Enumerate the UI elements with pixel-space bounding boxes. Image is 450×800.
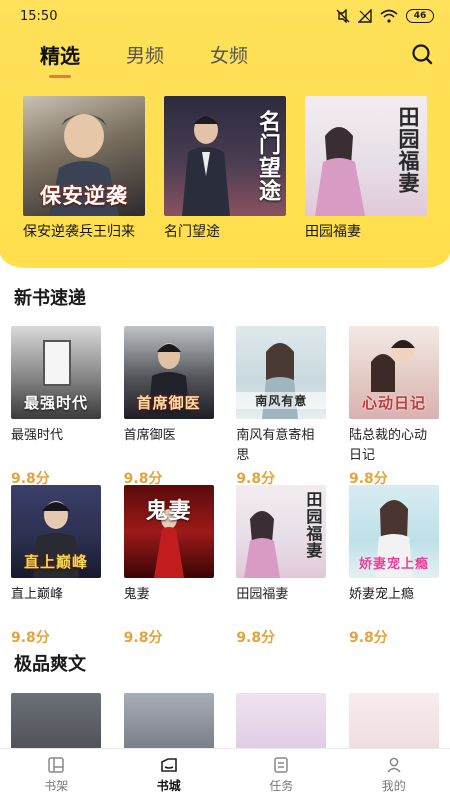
profile-icon (387, 757, 401, 773)
cover-title: 最强时代 (23, 394, 88, 412)
book-cover[interactable] (348, 693, 439, 748)
tab-female[interactable]: 女频 (210, 41, 248, 68)
book-title: 田园福妻 (236, 587, 289, 602)
book-grid-row-partial (11, 693, 439, 748)
task-icon (274, 756, 288, 773)
book-grid-row: 最强时代 最强时代 9.8分 首席御医 首席御医 9.8分 南风有意 南风有意寄… (11, 326, 439, 488)
book-cover[interactable] (236, 693, 327, 748)
cover-title: 娇妻宠上瘾 (358, 557, 429, 572)
book-cover: 娇妻宠上瘾 (348, 485, 439, 578)
book-card[interactable]: 心动日记 陆总裁的心动日记 9.8分 (348, 326, 439, 488)
nav-tasks[interactable]: 任务 (225, 749, 338, 800)
book-cover: 保安逆袭 (23, 96, 145, 216)
cover-title: 南风有意 (236, 392, 327, 409)
book-score: 9.8分 (123, 630, 163, 646)
book-cover: 直上巅峰 (11, 485, 101, 578)
book-title: 娇妻宠上瘾 (348, 587, 414, 602)
book-card[interactable]: 娇妻宠上瘾 娇妻宠上瘾 9.8分 (348, 485, 439, 647)
section-title-new-books: 新书速递 (14, 288, 86, 309)
featured-book[interactable]: 名门望途 名门望途 (164, 96, 286, 243)
mute-icon (336, 9, 350, 23)
book-title: 名门望途 (164, 224, 220, 240)
cover-title: 名门望途 (255, 110, 280, 202)
category-tabs: 精选 男频 女频 (0, 32, 450, 78)
nav-label: 书城 (156, 778, 181, 793)
book-title: 首席御医 (123, 428, 176, 443)
cover-title: 田园福妻 (396, 106, 420, 194)
book-cover: 名门望途 (164, 96, 286, 216)
book-cover: 南风有意 (236, 326, 327, 419)
nav-bookshelf[interactable]: 书架 (0, 749, 113, 800)
book-card[interactable]: 田园福妻 田园福妻 9.8分 (236, 485, 327, 647)
battery-icon: 46 (406, 9, 434, 23)
book-title: 最强时代 (11, 428, 64, 443)
cover-title: 心动日记 (361, 394, 426, 412)
book-cover: 心动日记 (348, 326, 439, 419)
book-title: 田园福妻 (305, 224, 361, 240)
book-score: 9.8分 (348, 630, 388, 646)
cover-title: 田园福妻 (303, 491, 323, 559)
signal-off-icon (358, 9, 372, 23)
book-title: 鬼妻 (123, 587, 150, 602)
book-card[interactable]: 鬼妻 鬼妻 9.8分 (123, 485, 214, 647)
search-icon (412, 44, 433, 65)
cover-title: 直上巅峰 (23, 553, 88, 571)
book-score: 9.8分 (236, 630, 276, 646)
bookstore-icon (160, 757, 177, 772)
book-cover: 鬼妻 (123, 485, 214, 578)
tab-male[interactable]: 男频 (126, 41, 164, 68)
nav-bookstore[interactable]: 书城 (113, 749, 226, 800)
book-title: 直上巅峰 (11, 587, 64, 602)
book-cover: 田园福妻 (305, 96, 427, 216)
book-cover: 最强时代 (11, 326, 101, 419)
cover-title: 鬼妻 (145, 499, 192, 524)
book-score: 9.8分 (11, 630, 50, 646)
book-title: 保安逆袭兵王归来 (23, 224, 135, 240)
nav-label: 任务 (269, 778, 294, 793)
status-time: 15:50 (20, 8, 58, 24)
featured-books: 保安逆袭 保安逆袭兵王归来 名门望途 名门望途 田园福妻 田园福妻 (23, 96, 427, 243)
status-icons: 46 (336, 9, 434, 23)
book-title: 南风有意寄相思 (236, 428, 315, 463)
book-cover: 首席御医 (123, 326, 214, 419)
bookshelf-icon (48, 756, 64, 773)
book-card[interactable]: 最强时代 最强时代 9.8分 (11, 326, 101, 488)
book-card[interactable]: 首席御医 首席御医 9.8分 (123, 326, 214, 488)
book-cover[interactable] (11, 693, 101, 748)
nav-profile[interactable]: 我的 (338, 749, 450, 800)
wifi-icon (380, 9, 398, 23)
book-card[interactable]: 南风有意 南风有意寄相思 9.8分 (236, 326, 327, 488)
cover-title: 首席御医 (136, 394, 201, 412)
featured-book[interactable]: 保安逆袭 保安逆袭兵王归来 (23, 96, 145, 243)
book-cover[interactable] (123, 693, 214, 748)
book-card[interactable]: 直上巅峰 直上巅峰 9.8分 (11, 485, 101, 647)
book-title: 陆总裁的心动日记 (348, 428, 427, 463)
search-button[interactable] (408, 40, 436, 68)
featured-book[interactable]: 田园福妻 田园福妻 (305, 96, 427, 243)
section-title-top-picks: 极品爽文 (14, 654, 86, 675)
status-bar: 15:50 46 (0, 0, 450, 32)
cover-title: 保安逆袭 (40, 184, 128, 208)
book-cover: 田园福妻 (236, 485, 327, 578)
tab-selected[interactable]: 精选 (40, 40, 80, 78)
battery-level: 46 (413, 11, 427, 21)
nav-label: 书架 (44, 778, 69, 793)
nav-label: 我的 (381, 778, 406, 793)
book-grid-row: 直上巅峰 直上巅峰 9.8分 鬼妻 鬼妻 9.8分 田园福妻 田园福妻 9.8分 (11, 485, 439, 647)
bottom-navigation: 书架 书城 任务 我的 (0, 748, 450, 800)
